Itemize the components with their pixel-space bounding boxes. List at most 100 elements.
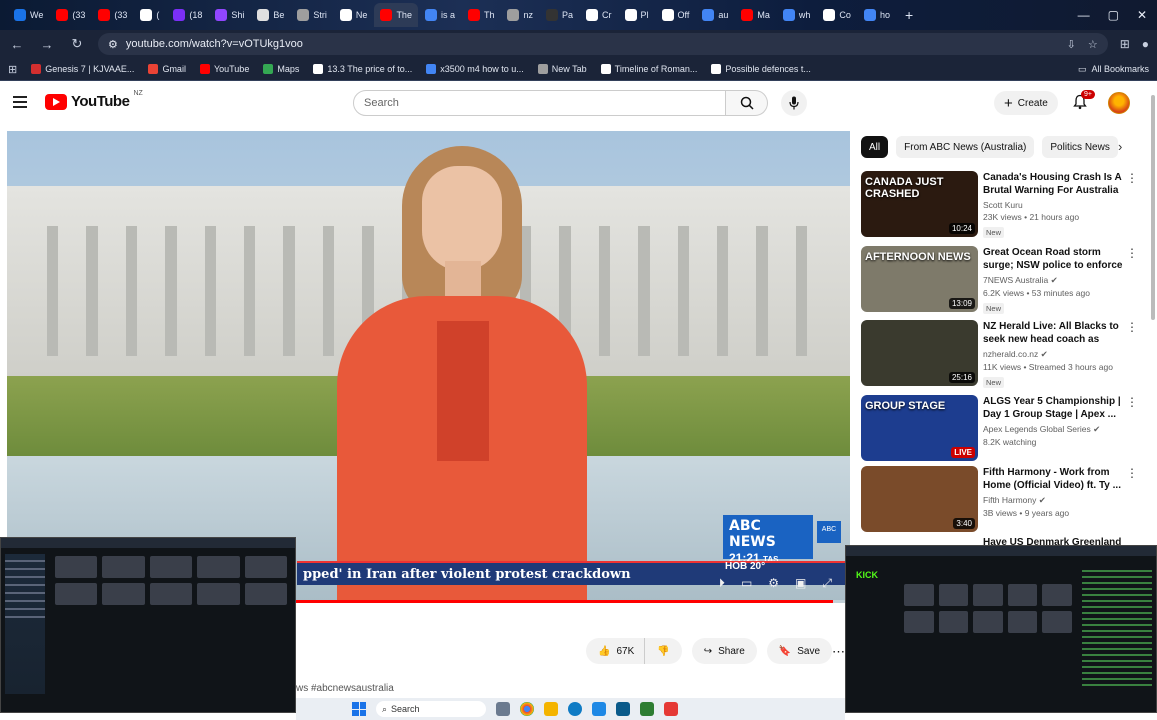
bookmark-item[interactable]: 13.3 The price of to... [313,64,412,74]
search-input[interactable]: Search [353,90,726,116]
miniplayer-icon[interactable]: ▣ [795,576,806,591]
taskbar-search[interactable]: ⌕ Search [376,701,486,717]
browser-tab[interactable]: Ma [735,3,776,27]
browser-tab[interactable]: We [8,3,49,27]
recommendation-item[interactable]: CANADA JUST CRASHED 10:24 Canada's Housing… [861,171,1146,239]
filter-chip[interactable]: Politics News [1042,136,1118,158]
close-icon[interactable]: ✕ [1137,8,1147,22]
browser-tab[interactable]: wh [777,3,817,27]
channel-name[interactable]: Scott Kuru [983,200,1023,210]
browser-tab[interactable]: Ne [334,3,374,27]
video-title[interactable]: Canada's Housing Crash Is A Brutal Warni… [983,171,1128,197]
bookmark-item[interactable]: Possible defences t... [711,64,811,74]
share-button[interactable]: ↪ Share [691,638,757,664]
page-scrollbar[interactable] [1151,95,1155,320]
browser-tab[interactable]: (33 [92,3,133,27]
save-button[interactable]: 🔖 Save [766,638,833,664]
channel-name[interactable]: Apex Legends Global Series [983,424,1091,434]
recommendation-item[interactable]: AFTERNOON NEWS 13:09 Great Ocean Road stor… [861,246,1146,314]
video-title[interactable]: Great Ocean Road storm surge; NSW police… [983,246,1128,272]
browser-tab[interactable]: Shi [209,3,250,27]
browser-tab[interactable]: ho [858,3,896,27]
recommendation-item[interactable]: 3:40 Fifth Harmony - Work from Home (Offi… [861,466,1146,534]
video-thumbnail[interactable]: AFTERNOON NEWS 13:09 [861,246,978,312]
video-title[interactable]: Fifth Harmony - Work from Home (Official… [983,466,1128,492]
channel-name[interactable]: nzherald.co.nz [983,349,1038,359]
more-vert-icon[interactable]: ⋮ [1126,246,1138,260]
settings-gear-icon[interactable]: ⚙ [768,576,779,591]
create-button[interactable]: + Create [994,91,1058,115]
browser-tab[interactable]: Th [462,3,501,27]
filter-chip[interactable]: All [861,136,889,158]
video-title[interactable]: ALGS Year 5 Championship | Day 1 Group S… [983,395,1128,421]
video-thumbnail[interactable]: CANADA JUST CRASHED 10:24 [861,171,978,237]
browser-tab[interactable]: Stri [291,3,333,27]
autoplay-toggle-icon[interactable]: ⏵ [719,576,725,591]
channel-name[interactable]: 7NEWS Australia [983,275,1048,285]
maximize-icon[interactable]: ▢ [1108,8,1119,22]
task-view-icon[interactable] [496,702,510,716]
more-vert-icon[interactable]: ⋮ [1126,395,1138,409]
browser-tab[interactable]: Off [656,3,696,27]
more-vert-icon[interactable]: ⋮ [1126,171,1138,185]
site-info-icon[interactable]: ⚙ [108,38,118,51]
minimize-icon[interactable]: — [1078,8,1090,22]
dislike-button[interactable]: 👎 [644,638,682,664]
apps-icon[interactable]: ⊞ [8,63,17,76]
store-icon[interactable] [616,702,630,716]
bookmark-item[interactable]: x3500 m4 how to u... [426,64,524,74]
extensions-icon[interactable]: ⊞ [1120,37,1130,51]
bookmark-item[interactable]: New Tab [537,64,587,74]
more-vert-icon[interactable]: ⋮ [1126,320,1138,334]
browser-tab[interactable]: Pl [619,3,655,27]
browser-tab[interactable]: Pa [540,3,579,27]
bookmark-star-icon[interactable]: ☆ [1088,38,1098,51]
address-bar[interactable]: ⚙ youtube.com/watch?v=vOTUkg1voo ⇩ ☆ [98,33,1108,55]
video-player[interactable]: ABC NEWS 21:21 TAS ABC pped' in Iran aft… [7,131,850,603]
bookmark-item[interactable]: Maps [263,64,299,74]
recommendation-item[interactable]: GROUP STAGE LIVE ALGS Year 5 Championship … [861,395,1146,463]
browser-tab[interactable]: Co [817,3,857,27]
browser-tab[interactable]: ( [134,3,166,27]
windows-start-icon[interactable] [352,702,366,716]
video-thumbnail[interactable]: 3:40 [861,466,978,532]
install-icon[interactable]: ⇩ [1067,38,1076,51]
voice-search-button[interactable] [781,90,807,116]
browser-tab[interactable]: (18 [167,3,208,27]
video-title[interactable]: NZ Herald Live: All Blacks to seek new h… [983,320,1128,346]
more-vert-icon[interactable]: ⋮ [1126,466,1138,480]
app-icon[interactable] [592,702,606,716]
chevron-right-icon[interactable]: › [1118,139,1122,154]
browser-tab[interactable]: is a [419,3,461,27]
forward-icon[interactable]: → [38,37,56,52]
browser-tab[interactable]: Cr [580,3,618,27]
reload-icon[interactable]: ↻ [68,36,86,52]
search-button[interactable] [726,90,768,116]
back-icon[interactable]: ← [8,37,26,52]
fullscreen-icon[interactable]: ⤢ [822,576,832,591]
browser-tab[interactable]: The [374,3,418,27]
video-thumbnail[interactable]: 25:16 [861,320,978,386]
edge-icon[interactable] [568,702,582,716]
bookmark-item[interactable]: Genesis 7 | KJVAAE... [31,64,134,74]
filter-chip[interactable]: From ABC News (Australia) [896,136,1035,158]
chrome-icon[interactable] [520,702,534,716]
recommendation-item[interactable]: 25:16 NZ Herald Live: All Blacks to seek … [861,320,1146,388]
like-button[interactable]: 👍 67K [586,638,645,664]
notifications-button[interactable]: 9+ [1072,90,1095,112]
profile-icon[interactable]: ● [1142,37,1149,51]
video-hashtags[interactable]: ws #abcnewsaustralia [296,683,394,694]
youtube-logo[interactable]: YouTube NZ [45,90,143,110]
captions-icon[interactable]: ▭ [741,576,752,591]
more-actions-icon[interactable]: ⋯ [832,644,845,660]
browser-tab[interactable]: (33 [50,3,91,27]
menu-icon[interactable] [13,96,27,111]
browser-tab[interactable]: nz [501,3,539,27]
recording-app-icon[interactable] [664,702,678,716]
all-bookmarks-button[interactable]: ▭ All Bookmarks [1078,64,1149,75]
bookmark-item[interactable]: YouTube [199,64,249,74]
avatar[interactable] [1108,92,1130,114]
bookmark-item[interactable]: Timeline of Roman... [600,64,697,74]
bookmark-item[interactable]: Gmail [148,64,186,74]
browser-tab[interactable]: au [696,3,734,27]
